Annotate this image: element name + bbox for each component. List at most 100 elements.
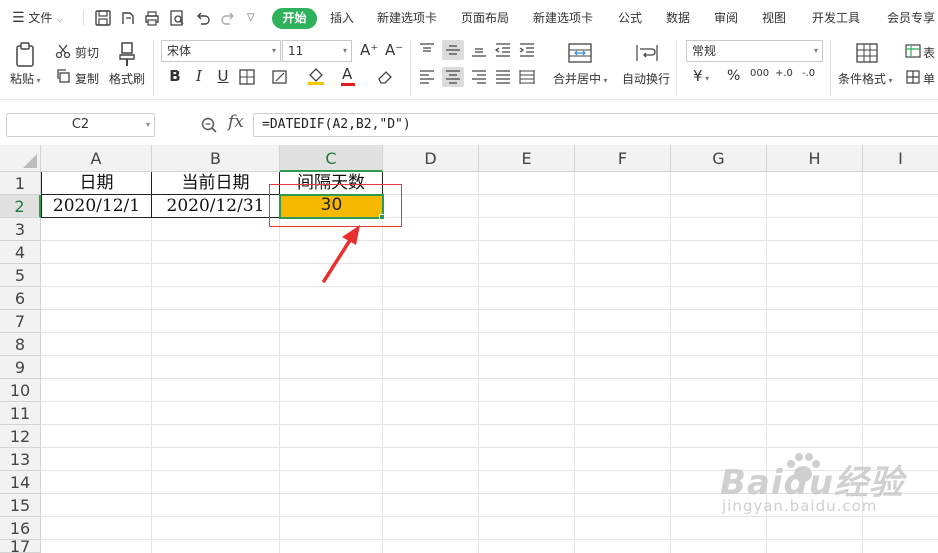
column-header-c[interactable]: C [280, 145, 383, 172]
chevron-down-icon: ▾ [145, 120, 150, 129]
italic-button[interactable]: I [189, 66, 209, 86]
percent-button[interactable]: % [727, 68, 740, 84]
column-header-a[interactable]: A [41, 145, 152, 172]
row-header-12[interactable]: 12 [0, 425, 41, 448]
column-header-d[interactable]: D [383, 145, 479, 172]
paste-icon[interactable] [14, 42, 40, 70]
wrap-text-button[interactable]: 自动换行 [622, 70, 670, 87]
row-header-14[interactable]: 14 [0, 471, 41, 494]
row-header-6[interactable]: 6 [0, 287, 41, 310]
tab-data[interactable]: 数据 [666, 0, 690, 36]
thousands-button[interactable]: 000 [750, 68, 769, 79]
indent-decrease-icon[interactable] [494, 42, 512, 58]
align-center-icon[interactable] [442, 67, 464, 87]
row-header-3[interactable]: 3 [0, 218, 41, 241]
row-header-7[interactable]: 7 [0, 310, 41, 333]
fill-color-icon[interactable] [306, 66, 326, 86]
align-bottom-icon[interactable] [470, 42, 488, 58]
name-box[interactable]: C2 ▾ [6, 113, 155, 137]
row-header-1[interactable]: 1 [0, 172, 41, 195]
redo-icon[interactable] [219, 9, 237, 27]
font-color-swatch [341, 83, 355, 86]
number-format-select[interactable]: 常规 ▾ [686, 40, 823, 62]
fill-pattern-icon[interactable] [271, 68, 289, 86]
cut-button[interactable]: 剪切 [75, 44, 99, 61]
print-icon[interactable] [143, 9, 161, 27]
tab-view[interactable]: 视图 [762, 0, 786, 36]
underline-button[interactable]: U [213, 66, 233, 86]
undo-icon[interactable] [194, 9, 212, 27]
borders-icon[interactable] [238, 68, 256, 86]
paste-button[interactable]: 粘贴 ▾ [10, 70, 41, 87]
font-name-select[interactable]: 宋体 ▾ [161, 40, 281, 62]
eraser-icon[interactable] [376, 68, 394, 86]
column-header-e[interactable]: E [479, 145, 575, 172]
row-header-5[interactable]: 5 [0, 264, 41, 287]
bold-button[interactable]: B [165, 66, 185, 86]
row-header-13[interactable]: 13 [0, 448, 41, 471]
quick-access-dropdown-icon[interactable]: ▽ [247, 0, 255, 36]
font-color-button[interactable]: A [342, 65, 352, 83]
select-all-corner[interactable] [0, 145, 41, 172]
font-size-select[interactable]: 11 ▾ [282, 40, 352, 62]
tab-review[interactable]: 审阅 [714, 0, 738, 36]
tab-insert[interactable]: 插入 [330, 0, 354, 36]
distributed-icon[interactable] [518, 69, 536, 85]
column-header-b[interactable]: B [152, 145, 280, 172]
row-header-4[interactable]: 4 [0, 241, 41, 264]
tab-developer[interactable]: 开发工具 [812, 0, 860, 36]
row-header-16[interactable]: 16 [0, 517, 41, 540]
align-top-icon[interactable] [418, 42, 436, 58]
chevron-down-icon: ⌵ [56, 15, 64, 25]
row-header-9[interactable]: 9 [0, 356, 41, 379]
merge-center-label: 合并居中 [553, 72, 602, 86]
format-painter-button[interactable]: 格式刷 [109, 70, 145, 87]
file-menu[interactable]: ☰ 文件 ⌵ [12, 0, 63, 36]
row-header-11[interactable]: 11 [0, 402, 41, 425]
align-right-icon[interactable] [470, 69, 488, 85]
row-header-10[interactable]: 10 [0, 379, 41, 402]
tab-page-layout[interactable]: 页面布局 [461, 0, 509, 36]
font-increase-button[interactable]: A⁺ [360, 41, 378, 59]
align-middle-icon[interactable] [442, 40, 464, 60]
decimal-decrease-button[interactable]: -.0 [802, 68, 815, 79]
column-header-f[interactable]: F [575, 145, 671, 172]
number-format-value: 常规 [692, 44, 717, 58]
column-header-g[interactable]: G [671, 145, 767, 172]
tab-new-1[interactable]: 新建选项卡 [377, 0, 437, 36]
formula-bar: C2 ▾ fx =DATEDIF(A2,B2,"D") [0, 100, 938, 145]
copy-button[interactable]: 复制 [75, 70, 99, 87]
print-preview-icon[interactable] [168, 9, 186, 27]
merge-center-button[interactable]: 合并居中 ▾ [553, 70, 608, 87]
wrap-text-icon [636, 45, 658, 61]
tab-formulas[interactable]: 公式 [618, 0, 642, 36]
indent-increase-icon[interactable] [518, 42, 536, 58]
formula-input[interactable]: =DATEDIF(A2,B2,"D") [253, 113, 938, 137]
justify-icon[interactable] [494, 69, 512, 85]
cell-a2[interactable]: 2020/12/1 [41, 195, 152, 218]
table-style-button[interactable]: 表 [923, 44, 935, 61]
currency-button[interactable]: ¥ ▾ [693, 67, 709, 85]
row-header-15[interactable]: 15 [0, 494, 41, 517]
column-header-h[interactable]: H [767, 145, 863, 172]
font-decrease-button[interactable]: A⁻ [385, 41, 403, 59]
cell-a1[interactable]: 日期 [41, 172, 152, 195]
cell-b1[interactable]: 当前日期 [152, 172, 280, 195]
decimal-increase-button[interactable]: +.0 [775, 68, 793, 79]
tab-new-2[interactable]: 新建选项卡 [533, 0, 593, 36]
row-header-17[interactable]: 17 [0, 540, 41, 553]
row-header-8[interactable]: 8 [0, 333, 41, 356]
row-header-2[interactable]: 2 [0, 195, 41, 218]
tab-home[interactable]: 开始 [272, 8, 317, 29]
zoom-icon[interactable] [200, 116, 218, 134]
tab-member[interactable]: 会员专享 [887, 0, 935, 36]
cell-b2[interactable]: 2020/12/31 [152, 195, 280, 218]
cell-button[interactable]: 单 [923, 70, 935, 87]
save-icon[interactable] [94, 9, 112, 27]
column-header-i[interactable]: I [863, 145, 938, 172]
align-left-icon[interactable] [418, 69, 436, 85]
insert-function-button[interactable]: fx [228, 112, 244, 132]
conditional-format-button[interactable]: 条件格式 ▾ [838, 70, 893, 87]
export-icon[interactable] [119, 9, 137, 27]
chevron-down-icon: ▾ [34, 76, 41, 85]
